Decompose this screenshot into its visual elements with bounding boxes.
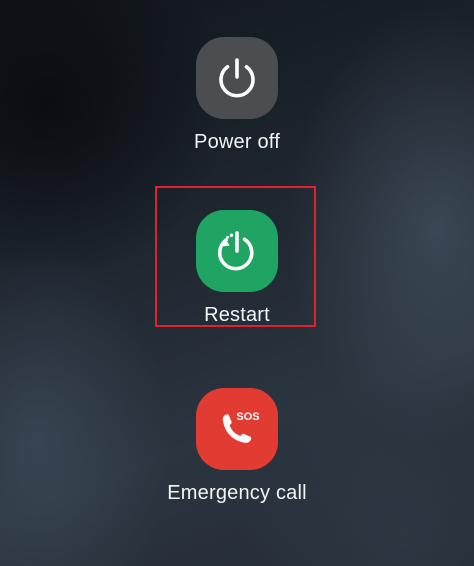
- power-off-button[interactable]: Power off: [0, 37, 474, 154]
- restart-icon: [218, 231, 254, 271]
- power-off-tile[interactable]: [196, 37, 278, 119]
- emergency-call-label: Emergency call: [167, 482, 307, 504]
- sos-badge-text: SOS: [236, 411, 259, 423]
- power-off-label: Power off: [194, 131, 280, 153]
- emergency-call-icon: SOS: [222, 411, 260, 443]
- emergency-call-tile[interactable]: SOS: [196, 388, 278, 470]
- restart-label: Restart: [204, 304, 270, 326]
- emergency-call-button[interactable]: SOS Emergency call: [0, 388, 474, 505]
- restart-tile[interactable]: [196, 210, 278, 292]
- power-icon: [219, 58, 255, 98]
- restart-button[interactable]: Restart: [0, 210, 474, 327]
